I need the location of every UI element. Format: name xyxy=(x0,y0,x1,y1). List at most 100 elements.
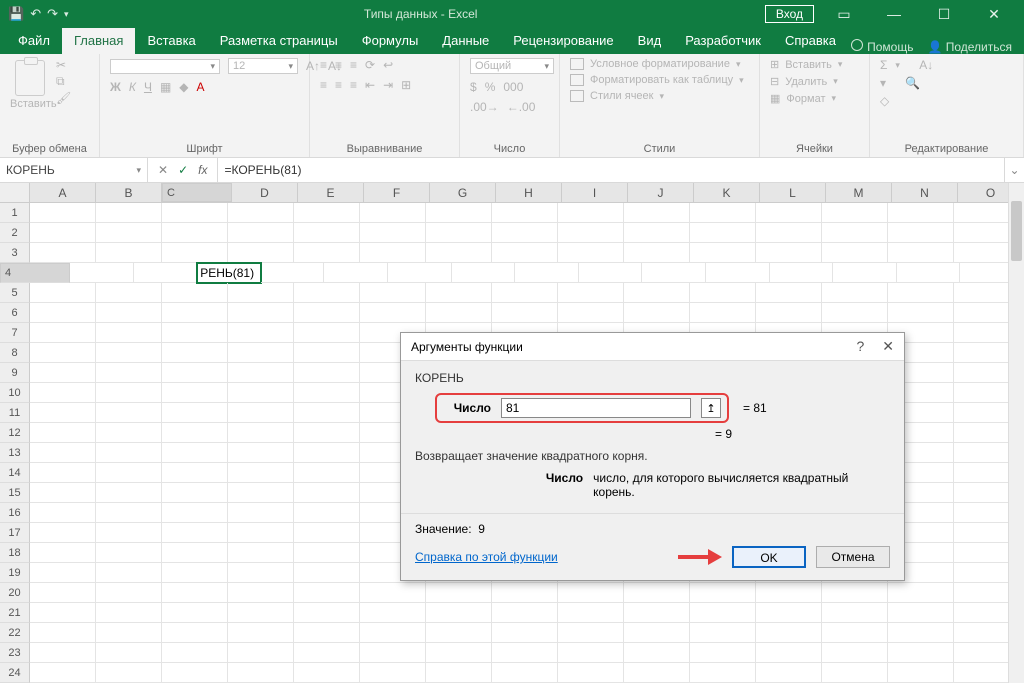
border-icon[interactable]: ▦ xyxy=(160,80,171,94)
row-header[interactable]: 2 xyxy=(0,223,30,243)
cell[interactable] xyxy=(558,643,624,663)
cell[interactable] xyxy=(294,383,360,403)
cell[interactable] xyxy=(228,303,294,323)
cell[interactable] xyxy=(426,283,492,303)
cell[interactable] xyxy=(162,283,228,303)
autosum-icon[interactable]: Σ xyxy=(880,58,887,72)
cell[interactable] xyxy=(294,483,360,503)
font-color-icon[interactable]: A xyxy=(197,80,205,94)
cell[interactable] xyxy=(770,263,834,283)
cell[interactable] xyxy=(261,263,325,283)
cancel-formula-icon[interactable]: ✕ xyxy=(158,163,168,177)
cell[interactable] xyxy=(294,603,360,623)
row-header[interactable]: 24 xyxy=(0,663,30,683)
cell[interactable] xyxy=(822,203,888,223)
align-left-icon[interactable]: ≡ xyxy=(320,78,327,92)
cell[interactable] xyxy=(624,243,690,263)
cell[interactable] xyxy=(888,303,954,323)
cell[interactable] xyxy=(30,523,96,543)
cell[interactable] xyxy=(96,543,162,563)
row-header[interactable]: 21 xyxy=(0,603,30,623)
cell[interactable] xyxy=(162,363,228,383)
cell[interactable] xyxy=(162,423,228,443)
cell[interactable] xyxy=(294,663,360,683)
cell[interactable] xyxy=(228,223,294,243)
scrollbar-thumb[interactable] xyxy=(1011,201,1022,261)
cell[interactable] xyxy=(492,243,558,263)
cell[interactable] xyxy=(756,243,822,263)
cell[interactable] xyxy=(162,543,228,563)
column-header[interactable]: L xyxy=(760,183,826,202)
cell[interactable] xyxy=(515,263,579,283)
cell[interactable] xyxy=(30,443,96,463)
row-header[interactable]: 14 xyxy=(0,463,30,483)
cell[interactable] xyxy=(426,663,492,683)
cell[interactable] xyxy=(294,643,360,663)
cell[interactable] xyxy=(162,623,228,643)
cell[interactable] xyxy=(228,283,294,303)
cell[interactable] xyxy=(30,243,96,263)
cell[interactable] xyxy=(30,463,96,483)
row-header[interactable]: 6 xyxy=(0,303,30,323)
row-header[interactable]: 4 xyxy=(0,263,70,283)
cell[interactable] xyxy=(426,583,492,603)
decrease-decimal-icon[interactable]: ←.00 xyxy=(507,100,536,114)
fill-icon[interactable]: ▾ xyxy=(880,76,886,90)
cell[interactable] xyxy=(96,363,162,383)
cell[interactable] xyxy=(558,663,624,683)
tab-insert[interactable]: Вставка xyxy=(135,28,207,54)
cell[interactable] xyxy=(294,523,360,543)
dialog-help-icon[interactable]: ? xyxy=(856,338,864,355)
row-header[interactable]: 10 xyxy=(0,383,30,403)
cell[interactable] xyxy=(228,483,294,503)
cell[interactable] xyxy=(558,603,624,623)
cell[interactable] xyxy=(706,263,770,283)
tab-formulas[interactable]: Формулы xyxy=(350,28,431,54)
cell[interactable] xyxy=(756,283,822,303)
enter-formula-icon[interactable]: ✓ xyxy=(178,163,188,177)
column-header[interactable]: M xyxy=(826,183,892,202)
cell[interactable] xyxy=(228,503,294,523)
row-header[interactable]: 20 xyxy=(0,583,30,603)
find-icon[interactable]: 🔍 xyxy=(905,76,920,90)
number-format-select[interactable]: Общий▾ xyxy=(470,58,554,74)
format-painter-icon[interactable]: 🖌 xyxy=(56,91,71,105)
cell[interactable] xyxy=(294,623,360,643)
cell[interactable] xyxy=(30,563,96,583)
cell[interactable] xyxy=(624,623,690,643)
cell[interactable] xyxy=(30,223,96,243)
cell[interactable] xyxy=(294,463,360,483)
insert-cells-button[interactable]: ⊞Вставить▾ xyxy=(770,58,842,71)
cell[interactable] xyxy=(162,383,228,403)
cell[interactable] xyxy=(624,643,690,663)
font-name-select[interactable]: ▾ xyxy=(110,59,220,74)
indent-inc-icon[interactable]: ⇥ xyxy=(383,78,393,92)
cell[interactable] xyxy=(888,663,954,683)
cell[interactable] xyxy=(822,283,888,303)
minimize-icon[interactable]: — xyxy=(874,6,914,22)
cell[interactable] xyxy=(228,563,294,583)
cell[interactable] xyxy=(294,403,360,423)
cell[interactable] xyxy=(96,583,162,603)
cell[interactable] xyxy=(96,443,162,463)
cell[interactable] xyxy=(294,563,360,583)
cancel-button[interactable]: Отмена xyxy=(816,546,890,568)
align-right-icon[interactable]: ≡ xyxy=(350,78,357,92)
cell[interactable] xyxy=(96,523,162,543)
cell[interactable] xyxy=(228,243,294,263)
cell[interactable] xyxy=(228,523,294,543)
cell[interactable] xyxy=(30,403,96,423)
cell[interactable] xyxy=(492,223,558,243)
row-header[interactable]: 17 xyxy=(0,523,30,543)
cell[interactable] xyxy=(96,203,162,223)
cell[interactable] xyxy=(228,623,294,643)
format-cells-button[interactable]: ▦Формат▾ xyxy=(770,92,836,105)
cell[interactable] xyxy=(492,303,558,323)
cell[interactable] xyxy=(756,203,822,223)
expand-formula-bar-icon[interactable]: ⌄ xyxy=(1004,158,1024,182)
cell[interactable] xyxy=(30,323,96,343)
cell[interactable] xyxy=(228,583,294,603)
cell[interactable] xyxy=(30,603,96,623)
cell[interactable] xyxy=(30,643,96,663)
cell[interactable] xyxy=(492,283,558,303)
